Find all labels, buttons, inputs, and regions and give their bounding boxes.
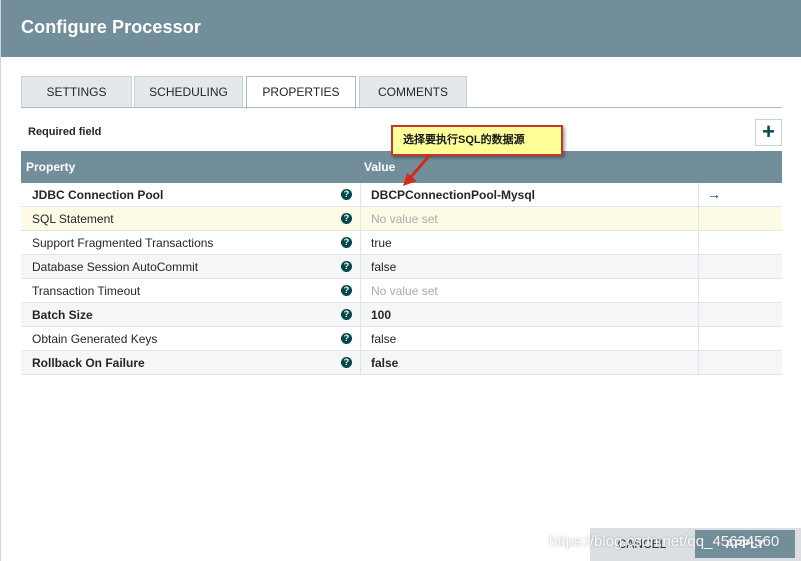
help-icon[interactable]: ? bbox=[341, 357, 352, 368]
property-name: Support Fragmented Transactions bbox=[32, 236, 214, 250]
go-to-arrow-icon[interactable]: → bbox=[707, 183, 721, 206]
required-field-label: Required field bbox=[28, 126, 102, 138]
help-icon[interactable]: ? bbox=[341, 213, 352, 224]
cell-divider bbox=[360, 351, 361, 375]
cell-divider bbox=[360, 279, 361, 303]
tab-settings[interactable]: SETTINGS bbox=[21, 76, 132, 108]
cell-divider bbox=[698, 327, 699, 351]
property-name: Obtain Generated Keys bbox=[32, 332, 158, 346]
cell-divider bbox=[360, 255, 361, 279]
tab-properties[interactable]: PROPERTIES bbox=[246, 76, 356, 109]
property-name: Batch Size bbox=[32, 308, 93, 322]
cell-divider bbox=[698, 207, 699, 231]
property-value[interactable]: false bbox=[371, 255, 396, 279]
table-row[interactable]: Batch Size ? 100 bbox=[21, 303, 782, 327]
help-icon[interactable]: ? bbox=[341, 237, 352, 248]
cell-divider bbox=[698, 303, 699, 327]
configure-processor-dialog: Configure Processor SETTINGS SCHEDULING … bbox=[0, 0, 801, 561]
property-value[interactable]: false bbox=[371, 327, 396, 351]
table-row[interactable]: Database Session AutoCommit ? false bbox=[21, 255, 782, 279]
property-value[interactable]: 100 bbox=[371, 303, 391, 327]
dialog-title: Configure Processor bbox=[21, 17, 201, 37]
table-row[interactable]: Obtain Generated Keys ? false bbox=[21, 327, 782, 351]
tab-divider bbox=[21, 107, 782, 108]
property-name: Database Session AutoCommit bbox=[32, 260, 199, 274]
help-icon[interactable]: ? bbox=[341, 261, 352, 272]
tab-scheduling[interactable]: SCHEDULING bbox=[134, 76, 243, 108]
cell-divider bbox=[698, 351, 699, 375]
annotation-arrow-icon bbox=[403, 154, 431, 186]
property-name: Rollback On Failure bbox=[32, 356, 145, 370]
add-property-button[interactable]: + bbox=[755, 119, 782, 146]
cell-divider bbox=[360, 207, 361, 231]
help-icon[interactable]: ? bbox=[341, 309, 352, 320]
property-name: SQL Statement bbox=[32, 212, 114, 226]
watermark-text: https://blog.csdn.net/qq_45634560 bbox=[549, 533, 780, 550]
dialog-header: Configure Processor bbox=[1, 0, 801, 57]
tab-comments[interactable]: COMMENTS bbox=[359, 76, 467, 108]
cell-divider bbox=[360, 231, 361, 255]
cell-divider bbox=[360, 183, 361, 207]
cell-divider bbox=[360, 327, 361, 351]
property-name: JDBC Connection Pool bbox=[32, 188, 164, 202]
help-icon[interactable]: ? bbox=[341, 333, 352, 344]
table-row[interactable]: Transaction Timeout ? No value set bbox=[21, 279, 782, 303]
property-value[interactable]: true bbox=[371, 231, 392, 255]
cell-divider bbox=[698, 231, 699, 255]
cell-divider bbox=[698, 255, 699, 279]
plus-icon: + bbox=[762, 119, 775, 144]
table-row[interactable]: SQL Statement ? No value set bbox=[21, 207, 782, 231]
property-value[interactable]: No value set bbox=[371, 207, 438, 231]
table-row[interactable]: Rollback On Failure ? false bbox=[21, 351, 782, 375]
table-row[interactable]: Support Fragmented Transactions ? true bbox=[21, 231, 782, 255]
property-name: Transaction Timeout bbox=[32, 284, 141, 298]
cell-divider bbox=[698, 279, 699, 303]
cell-divider bbox=[698, 183, 699, 207]
property-value[interactable]: No value set bbox=[371, 279, 438, 303]
help-icon[interactable]: ? bbox=[341, 285, 352, 296]
column-header-property: Property bbox=[26, 160, 76, 174]
property-value[interactable]: false bbox=[371, 351, 398, 375]
help-icon[interactable]: ? bbox=[341, 189, 352, 200]
cell-divider bbox=[360, 303, 361, 327]
